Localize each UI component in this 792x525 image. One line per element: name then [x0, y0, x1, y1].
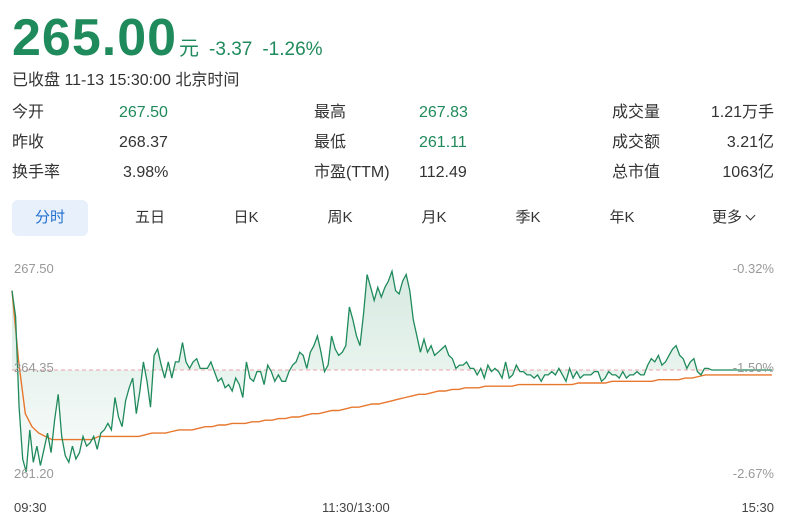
chart-period-tabs: 分时 五日 日K 周K 月K 季K 年K 更多 — [12, 200, 780, 236]
stat-volume: 成交量 1.21万手 — [612, 100, 774, 126]
tab-more-label: 更多 — [711, 209, 742, 226]
stat-value: 112.49 — [419, 164, 467, 181]
price-area-fill — [12, 271, 772, 472]
stat-label: 市盈(TTM) — [314, 164, 390, 181]
tab-intraday[interactable]: 分时 — [12, 200, 88, 236]
x-tick-open: 09:30 — [14, 500, 47, 515]
currency-unit: 元 — [179, 38, 200, 60]
intraday-chart-svg — [11, 268, 772, 473]
stat-label: 最低 — [314, 134, 347, 151]
stat-pe-ttm: 市盈(TTM) 112.49 — [314, 160, 467, 186]
last-price: 265.00 — [12, 9, 178, 67]
chevron-down-icon — [745, 210, 756, 221]
y-tick-left-top: 267.50 — [14, 261, 54, 276]
stat-value: 3.98% — [123, 164, 169, 181]
y-tick-right-mid: -1.50% — [732, 360, 774, 375]
stat-value: 267.83 — [419, 104, 468, 121]
y-tick-right-bottom: -2.67% — [732, 466, 774, 481]
tab-weekly-k[interactable]: 周K — [302, 200, 378, 236]
stat-open: 今开 267.50 — [12, 100, 168, 126]
stat-label: 今开 — [12, 104, 45, 121]
tab-daily-k[interactable]: 日K — [208, 200, 284, 236]
price-header: 265.00 元 -3.37 -1.26% — [12, 8, 323, 68]
stat-label: 成交量 — [612, 104, 661, 121]
tab-quarterly-k[interactable]: 季K — [490, 200, 566, 236]
stat-label: 成交额 — [612, 134, 661, 151]
tab-five-day[interactable]: 五日 — [112, 200, 188, 236]
y-tick-left-mid: 264.35 — [14, 360, 54, 375]
stat-market-cap: 总市值 1063亿 — [612, 160, 774, 186]
stat-value: 1.21万手 — [710, 104, 774, 121]
stat-value: 261.11 — [419, 134, 467, 151]
intraday-chart: 267.50 264.35 261.20 -0.32% -1.50% -2.67… — [0, 250, 792, 520]
x-tick-close: 15:30 — [741, 500, 774, 515]
stats-grid: 今开 267.50 最高 267.83 成交量 1.21万手 昨收 268.37… — [0, 100, 792, 190]
tab-monthly-k[interactable]: 月K — [396, 200, 472, 236]
stat-prev-close: 昨收 268.37 — [12, 130, 168, 156]
y-tick-left-bottom: 261.20 — [14, 466, 54, 481]
market-status: 已收盘 11-13 15:30:00 北京时间 — [12, 72, 240, 89]
stat-value: 1063亿 — [722, 164, 774, 181]
stat-turnover-rate: 换手率 3.98% — [12, 160, 168, 186]
tab-yearly-k[interactable]: 年K — [584, 200, 660, 236]
stat-value: 3.21亿 — [726, 134, 774, 151]
stat-label: 总市值 — [612, 164, 661, 181]
stat-high: 最高 267.83 — [314, 100, 468, 126]
y-tick-right-top: -0.32% — [732, 261, 774, 276]
price-change-pct: -1.26% — [262, 39, 323, 60]
stat-label: 最高 — [314, 104, 347, 121]
stat-turnover-amount: 成交额 3.21亿 — [612, 130, 774, 156]
x-tick-midday: 11:30/13:00 — [322, 500, 390, 515]
stat-value: 267.50 — [119, 104, 168, 121]
stat-value: 268.37 — [119, 134, 168, 151]
tab-more[interactable]: 更多 — [688, 200, 778, 236]
price-change: -3.37 — [209, 39, 253, 60]
stat-label: 换手率 — [12, 164, 61, 181]
stat-label: 昨收 — [12, 134, 45, 151]
stat-low: 最低 261.11 — [314, 130, 467, 156]
